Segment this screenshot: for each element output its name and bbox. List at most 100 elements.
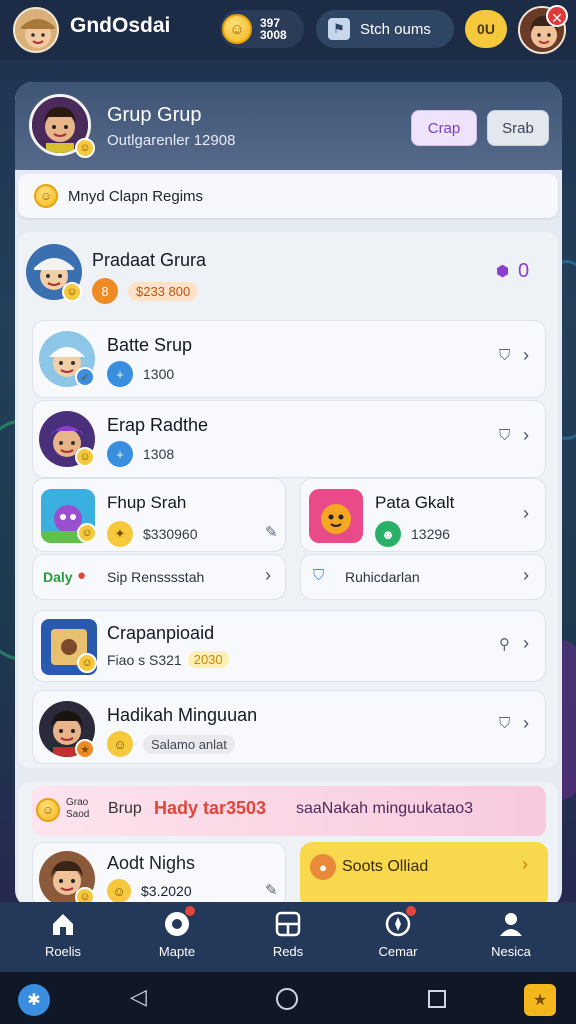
- member-name: Crapanpioaid: [107, 623, 215, 643]
- list-item[interactable]: ☺ Pradaat Grura 8 $233 800 ⬢ 0: [18, 232, 558, 312]
- plus-icon: +: [107, 441, 133, 467]
- coin-icon: ☺: [34, 184, 58, 208]
- coin-icon: ☺: [107, 731, 133, 757]
- promo-text-3: saaNakah minguukatao3: [296, 800, 474, 817]
- assistant-icon[interactable]: ✱: [18, 984, 50, 1016]
- member-chip: 2030: [187, 651, 229, 668]
- bag-icon: ●: [310, 854, 336, 880]
- member-list: ☺ Pradaat Grura 8 $233 800 ⬢ 0 ✓ Batte S…: [18, 232, 558, 768]
- chevron-right-icon[interactable]: ›: [523, 503, 529, 524]
- coin-badge-icon: ☺: [77, 523, 97, 543]
- shield-icon: ⛉: [313, 567, 325, 584]
- card-title: Soots Olliad: [342, 858, 429, 875]
- coin-badge-icon: ☺: [77, 653, 97, 673]
- notification-dot: [185, 906, 195, 916]
- shield-text: Ruhicdarlan: [345, 569, 420, 585]
- nav-item-map[interactable]: Mapte: [132, 906, 222, 959]
- coin-amount-2: 3008: [260, 28, 287, 42]
- recents-icon[interactable]: [428, 990, 446, 1008]
- list-item[interactable]: ☺ Aodt Nighs ☺ $3.2020 ✎: [32, 842, 286, 908]
- game-name: Fhup Srah: [107, 493, 187, 512]
- user-avatar[interactable]: [13, 7, 59, 53]
- chevron-right-icon[interactable]: ›: [523, 713, 529, 734]
- notice-text: Mnyd Clapn Regims: [68, 187, 204, 205]
- profile-icon: [497, 910, 525, 938]
- promo-text-1: Brup: [108, 800, 142, 817]
- coin-badge-icon: ☺: [75, 447, 95, 467]
- nav-label: Roelis: [44, 944, 82, 959]
- coin-badge-icon: ☺: [62, 282, 82, 302]
- chevron-right-icon[interactable]: ›: [523, 633, 529, 654]
- group-panel: ☺ Grup Grup Outlgarenler 12908 Crap Srab…: [15, 82, 562, 908]
- nav-label: Mapte: [158, 944, 196, 959]
- grid-icon: [274, 910, 302, 938]
- close-icon[interactable]: ✕: [546, 5, 568, 27]
- coin-balance[interactable]: ☺ 397 3008: [220, 10, 304, 48]
- gem-count: 0: [518, 260, 530, 282]
- game-name: Pata Gkalt: [375, 493, 455, 512]
- nav-item-grid[interactable]: Reds: [243, 910, 333, 959]
- star-icon: ✦: [107, 521, 133, 547]
- notice-bar[interactable]: ☺ Mnyd Clapn Regims: [18, 174, 558, 218]
- home-icon: [49, 910, 77, 938]
- shield-row[interactable]: ⛉ Ruhicdarlan ›: [300, 554, 546, 600]
- shield-icon: ⛉: [499, 347, 511, 364]
- compass-icon: [384, 906, 416, 938]
- list-item[interactable]: ☺ Crapanpioaid Fiao s S321 2030 ⚲ ›: [32, 610, 546, 682]
- member-value: $3.2020: [141, 883, 192, 899]
- daily-row[interactable]: Daly ● Sip Rensssstah ›: [32, 554, 286, 600]
- list-item[interactable]: ☺ Erap Radthe + 1308 ⛉ ›: [32, 400, 546, 478]
- member-value: $233 800: [128, 281, 199, 301]
- star-app-icon[interactable]: ★: [524, 984, 556, 1016]
- chevron-right-icon[interactable]: ›: [523, 345, 529, 366]
- crap-button[interactable]: Crap: [411, 110, 477, 146]
- coin-icon: ☺: [36, 798, 60, 822]
- member-name: Hadikah Minguuan: [107, 705, 258, 725]
- chevron-right-icon[interactable]: ›: [523, 425, 529, 446]
- currency-button[interactable]: 0U: [465, 10, 507, 48]
- promo-banner[interactable]: ☺ Grao Saod Brup Hady tar3503 saaNakah m…: [32, 786, 546, 836]
- member-name: Aodt Nighs: [107, 853, 196, 873]
- home-button-icon[interactable]: [276, 988, 298, 1010]
- status-button[interactable]: ⚑ Stch oums: [316, 10, 454, 48]
- member-name: Pradaat Grura: [92, 250, 207, 270]
- panel-header: ☺ Grup Grup Outlgarenler 12908 Crap Srab: [15, 82, 562, 170]
- srab-button[interactable]: Srab: [487, 110, 549, 146]
- plus-icon: +: [107, 361, 133, 387]
- member-value: 1308: [143, 446, 175, 462]
- nav-item-home[interactable]: Roelis: [18, 910, 108, 959]
- game-value: $330960: [143, 526, 198, 542]
- edit-icon[interactable]: ✎: [265, 881, 278, 899]
- daily-label: Daly: [43, 569, 73, 585]
- promo-tiny-2: Saod: [66, 809, 90, 820]
- chevron-right-icon[interactable]: ›: [265, 565, 271, 586]
- notification-dot: [406, 906, 416, 916]
- daily-text: Sip Rensssstah: [107, 569, 205, 585]
- coin-icon: ☺: [107, 879, 131, 903]
- coin-icon: ☺: [222, 14, 252, 44]
- fire-icon: 8: [92, 278, 118, 304]
- game-card[interactable]: Pata Gkalt ☻ 13296 ›: [300, 478, 546, 552]
- list-item[interactable]: ✓ Batte Srup + 1300 ⛉ ›: [32, 320, 546, 398]
- top-bar: GndOsdai ☺ 397 3008 ⚑ Stch oums 0U ✕: [0, 0, 576, 60]
- member-value: Salamo anlat: [143, 734, 235, 754]
- member-name: Batte Srup: [107, 335, 193, 355]
- nav-item-compass[interactable]: Cemar: [353, 906, 443, 959]
- chevron-right-icon[interactable]: ›: [523, 565, 529, 586]
- game-card[interactable]: ☺ Fhup Srah ✦ $330960 ✎: [32, 478, 286, 552]
- list-item[interactable]: ★ Hadikah Minguuan ☺ Salamo anlat ⛉ ›: [32, 690, 546, 764]
- verified-badge-icon: ✓: [75, 367, 95, 387]
- nav-label: Cemar: [378, 944, 418, 959]
- flag-icon: ⚑: [328, 18, 350, 40]
- back-icon[interactable]: ◁: [130, 984, 147, 1010]
- edit-icon[interactable]: ✎: [265, 523, 278, 541]
- nav-item-profile[interactable]: Nesica: [466, 910, 556, 959]
- bottom-nav: Roelis Mapte Reds Cemar Nesica: [0, 902, 576, 972]
- map-icon: [163, 906, 195, 938]
- member-value: Fiao s S321: [107, 651, 182, 668]
- member-name: Erap Radthe: [107, 415, 209, 435]
- yellow-card[interactable]: ● Soots Olliad ›: [300, 842, 548, 908]
- member-value: 1300: [143, 366, 175, 382]
- chevron-right-icon[interactable]: ›: [522, 854, 528, 875]
- promo-section: ☺ Grao Saod Brup Hady tar3503 saaNakah m…: [18, 782, 558, 908]
